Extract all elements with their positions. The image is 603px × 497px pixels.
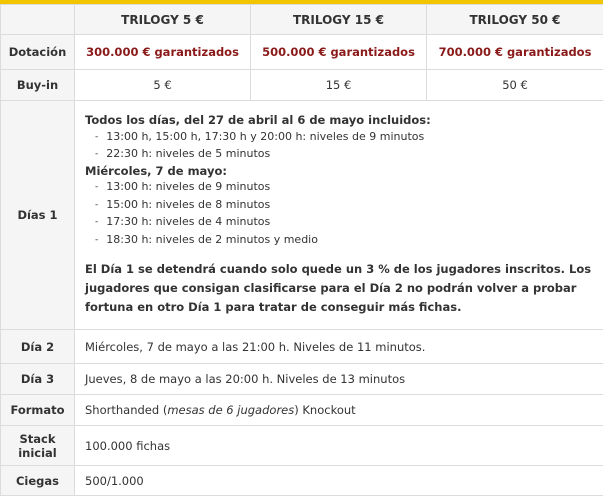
list-item-time: 13:00 h, 15:00 h, 17:30 h y 20:00 h: [106, 129, 303, 143]
row-dia1: Días 1 Todos los días, del 27 de abril a…: [0, 100, 603, 330]
ciegas-value: 500/1.000: [74, 465, 603, 496]
formato-value: Shorthanded (mesas de 6 jugadores) Knock…: [74, 394, 603, 426]
dia1-wednesday-list: 13:00 h: niveles de 9 minutos 15:00 h: n…: [95, 179, 593, 249]
formato-italic: mesas de 6 jugadores: [167, 403, 295, 417]
row-label-formato: Formato: [0, 394, 75, 426]
list-item-time: 22:30 h: [106, 147, 149, 160]
list-item: 13:00 h: niveles de 9 minutos: [95, 179, 593, 197]
list-item-time: 13:00 h: [106, 180, 149, 193]
dia1-heading-daily: Todos los días, del 27 de abril al 6 de …: [85, 113, 431, 127]
list-item: 13:00 h, 15:00 h, 17:30 h y 20:00 h: niv…: [95, 129, 593, 147]
buyin-trilogy-15: 15 €: [250, 69, 427, 101]
dia1-heading-wednesday: Miércoles, 7 de mayo:: [85, 163, 227, 178]
dia1-daily-list: 13:00 h, 15:00 h, 17:30 h y 20:00 h: niv…: [95, 129, 593, 164]
dia2-value: Miércoles, 7 de mayo a las 21:00 h. Nive…: [74, 329, 603, 364]
list-item-text: : niveles de 5 minutos: [148, 147, 271, 160]
list-item-text: : niveles de 9 minutos: [148, 180, 271, 193]
row-stack: Stack inicial 100.000 fichas: [0, 425, 603, 466]
row-dia3: Día 3 Jueves, 8 de mayo a las 20:00 h. N…: [0, 363, 603, 395]
list-item: 18:30 h: niveles de 2 minutos y medio: [95, 232, 593, 250]
list-item-time: 17:30 h: [106, 215, 149, 228]
row-label-stack: Stack inicial: [0, 425, 75, 466]
list-item-time: 15:00 h: [106, 197, 149, 211]
tournament-table: TRILOGY 5 € TRILOGY 15 € TRILOGY 50 € Do…: [0, 4, 603, 496]
list-item: 15:00 h: niveles de 8 minutos: [95, 197, 593, 215]
row-label-dia2: Día 2: [0, 329, 75, 364]
prize-trilogy-5: 300.000 € garantizados: [74, 34, 251, 70]
formato-text: Shorthanded (: [85, 403, 168, 417]
row-label-dotacion: Dotación: [0, 34, 75, 70]
list-item: 22:30 h: niveles de 5 minutos: [95, 146, 593, 164]
buyin-trilogy-50: 50 €: [426, 69, 603, 101]
row-label-ciegas: Ciegas: [0, 465, 75, 496]
header-trilogy-50: TRILOGY 50 €: [426, 4, 603, 35]
prize-trilogy-50: 700.000 € garantizados: [426, 34, 603, 70]
row-dia2: Día 2 Miércoles, 7 de mayo a las 21:00 h…: [0, 329, 603, 364]
list-item-text: : niveles de 8 minutos: [148, 197, 271, 211]
header-row: TRILOGY 5 € TRILOGY 15 € TRILOGY 50 €: [0, 4, 603, 35]
buyin-trilogy-5: 5 €: [74, 69, 251, 101]
list-item-text: : niveles de 9 minutos: [302, 129, 425, 143]
row-label-dia3: Día 3: [0, 363, 75, 395]
row-dotacion: Dotación 300.000 € garantizados 500.000 …: [0, 34, 603, 70]
prize-trilogy-15: 500.000 € garantizados: [250, 34, 427, 70]
dia1-note: El Día 1 se detendrá cuando solo quede u…: [85, 262, 592, 314]
dia1-schedule: Todos los días, del 27 de abril al 6 de …: [74, 100, 603, 330]
list-item-time: 18:30 h: [106, 232, 149, 246]
list-item: 17:30 h: niveles de 4 minutos: [95, 214, 593, 232]
row-buyin: Buy-in 5 € 15 € 50 €: [0, 69, 603, 101]
list-item-text: : niveles de 2 minutos y medio: [148, 232, 318, 246]
formato-text: ) Knockout: [294, 403, 356, 417]
dia3-value: Jueves, 8 de mayo a las 20:00 h. Niveles…: [74, 363, 603, 395]
stack-value: 100.000 fichas: [74, 425, 603, 466]
header-trilogy-5: TRILOGY 5 €: [74, 4, 251, 35]
row-label-dia1: Días 1: [0, 100, 75, 330]
row-ciegas: Ciegas 500/1.000: [0, 465, 603, 496]
header-trilogy-15: TRILOGY 15 €: [250, 4, 427, 35]
row-formato: Formato Shorthanded (mesas de 6 jugadore…: [0, 394, 603, 426]
list-item-text: : niveles de 4 minutos: [148, 215, 271, 228]
row-label-buyin: Buy-in: [0, 69, 75, 101]
header-empty-cell: [0, 4, 75, 35]
